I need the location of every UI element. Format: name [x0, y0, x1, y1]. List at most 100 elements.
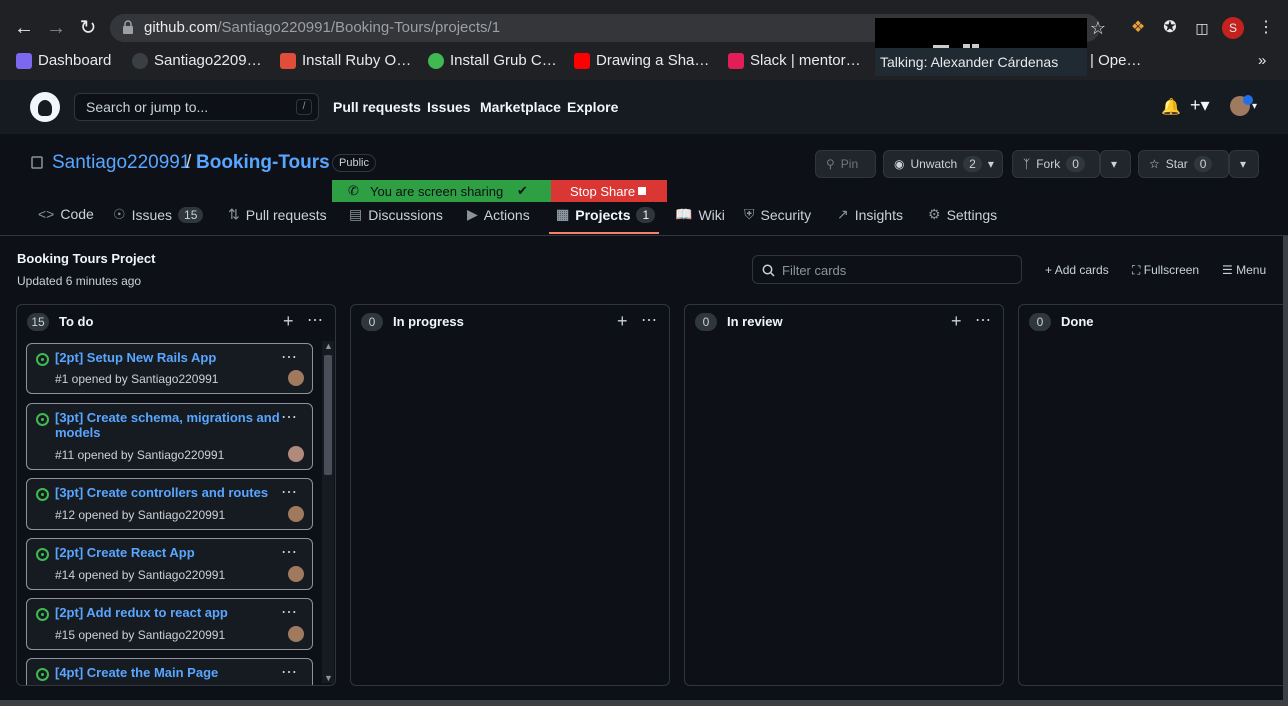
open-issue-icon [36, 413, 49, 426]
card-more-icon[interactable]: ⋯ [281, 407, 298, 427]
tab-settings[interactable]: ⚙ Settings [928, 206, 997, 223]
add-card-icon[interactable]: + [617, 311, 628, 332]
shield-icon: ⛨ [744, 206, 755, 222]
reload-icon[interactable]: ↻ [76, 16, 100, 40]
open-issue-icon [36, 668, 49, 681]
fullscreen-icon: ⛶ [1132, 263, 1144, 277]
chevron-down-icon[interactable]: ▾ [1252, 101, 1257, 112]
stop-share-button[interactable]: Stop Share [551, 180, 667, 202]
card-title[interactable]: [3pt] Create controllers and routes [55, 485, 280, 500]
tab-pull-requests[interactable]: ⇅ Pull requests [228, 206, 327, 223]
tab-issues[interactable]: ☉ Issues 15 [113, 206, 204, 223]
tab-security[interactable]: ⛨ Security [744, 206, 811, 223]
talking-indicator: Talking: Alexander Cárdenas [880, 54, 1059, 70]
bookmark-item[interactable]: Slack | mentor… [728, 52, 861, 69]
fork-button[interactable]: ᛉ Fork 0 [1012, 150, 1100, 178]
card-title[interactable]: [2pt] Setup New Rails App [55, 350, 280, 365]
column-more-icon[interactable]: ⋯ [307, 310, 324, 330]
tab-projects[interactable]: ▦ Projects 1 [556, 206, 656, 223]
filter-cards-input[interactable]: Filter cards [752, 255, 1022, 284]
profile-avatar[interactable]: S [1222, 17, 1244, 39]
back-arrow-icon[interactable]: ← [12, 16, 36, 40]
bookmark-item[interactable]: Install Grub C… [428, 52, 557, 69]
issue-card[interactable]: [3pt] Create controllers and routes #12 … [26, 478, 313, 530]
add-card-icon[interactable]: + [283, 311, 294, 332]
nav-explore[interactable]: Explore [567, 99, 618, 115]
plus-icon: + [1045, 263, 1055, 277]
unwatch-count: 2 [963, 156, 982, 172]
github-logo-icon[interactable] [30, 92, 60, 122]
card-more-icon[interactable]: ⋯ [281, 482, 298, 502]
issue-card[interactable]: [2pt] Setup New Rails App #1 opened by S… [26, 343, 313, 394]
forward-arrow-icon[interactable]: → [44, 16, 68, 40]
scroll-down-icon[interactable]: ▼ [324, 673, 333, 683]
visibility-badge: Public [332, 154, 376, 172]
url-bar-row: ← → ↻ github.com/Santiago220991/Booking-… [0, 8, 1288, 46]
fullscreen-button[interactable]: ⛶ Fullscreen [1132, 263, 1199, 278]
column-more-icon[interactable]: ⋯ [975, 310, 992, 330]
plus-dropdown-icon[interactable]: +▾ [1190, 95, 1210, 116]
side-panel-icon[interactable]: ◫ [1190, 16, 1214, 40]
gear-icon: ⚙ [928, 206, 941, 222]
issue-card[interactable]: [2pt] Create React App #14 opened by San… [26, 538, 313, 590]
bookmark-star-icon[interactable]: ☆ [1086, 16, 1110, 40]
bell-icon[interactable]: 🔔 [1161, 97, 1181, 117]
extensions-puzzle-icon[interactable]: ✪ [1158, 16, 1182, 40]
card-title[interactable]: [2pt] Create React App [55, 545, 280, 560]
bookmark-item[interactable]: | Ope… [1090, 52, 1141, 69]
card-title[interactable]: [2pt] Add redux to react app [55, 605, 280, 620]
card-more-icon[interactable]: ⋯ [281, 662, 298, 682]
issue-card[interactable]: [3pt] Create schema, migrations and mode… [26, 403, 313, 470]
bookmark-item[interactable]: Install Ruby O… [280, 52, 411, 69]
card-more-icon[interactable]: ⋯ [281, 542, 298, 562]
extension-icon[interactable]: ❖ [1126, 16, 1150, 40]
nav-marketplace[interactable]: Marketplace [480, 99, 561, 115]
repo-name-link[interactable]: Booking-Tours [196, 152, 330, 174]
column-in-review: 0 In review + ⋯ [684, 304, 1004, 686]
bookmark-item[interactable]: Drawing a Sha… [574, 52, 709, 69]
active-tab-indicator [549, 232, 659, 234]
card-title[interactable]: [3pt] Create schema, migrations and mode… [55, 410, 280, 440]
tab-wiki[interactable]: 📖 Wiki [675, 206, 725, 223]
bookmark-item[interactable]: Dashboard [16, 52, 111, 69]
screen-sharing-status: ✆ You are screen sharing ✔ [332, 180, 551, 202]
card-meta: #15 opened by Santiago220991 [55, 628, 226, 642]
horizontal-scrollbar[interactable] [0, 700, 1288, 706]
unwatch-button[interactable]: ◉ Unwatch 2 ▾ [883, 150, 1003, 178]
scrollbar-thumb[interactable] [324, 355, 332, 475]
tab-insights[interactable]: ↗ Insights [837, 206, 903, 223]
add-cards-button[interactable]: + Add cards [1045, 263, 1109, 277]
nav-issues[interactable]: Issues [427, 99, 471, 115]
card-title[interactable]: [4pt] Create the Main Page [55, 665, 280, 680]
card-meta: #14 opened by Santiago220991 [55, 568, 226, 582]
kebab-menu-icon[interactable]: ⋮ [1254, 16, 1278, 40]
add-card-icon[interactable]: + [951, 311, 962, 332]
tab-code[interactable]: <> Code [38, 206, 94, 222]
menu-button[interactable]: ☰ Menu [1222, 263, 1266, 277]
issue-card[interactable]: [4pt] Create the Main Page ⋯ [26, 658, 313, 685]
issue-card[interactable]: [2pt] Add redux to react app #15 opened … [26, 598, 313, 650]
pin-button[interactable]: ⚲ Pin [815, 150, 876, 178]
tab-actions[interactable]: ▶ Actions [467, 206, 530, 223]
search-icon [762, 264, 775, 277]
stop-share-label: Stop Share [570, 184, 636, 199]
bookmarks-bar: Dashboard Santiago2209… Install Ruby O… … [0, 46, 1288, 76]
fork-dropdown-button[interactable]: ▾ [1100, 150, 1131, 178]
bookmarks-overflow-icon[interactable]: » [1258, 52, 1266, 69]
address-text: github.com/Santiago220991/Booking-Tours/… [144, 19, 501, 36]
page-scrollbar[interactable] [1283, 236, 1288, 706]
card-more-icon[interactable]: ⋯ [281, 347, 298, 367]
nav-pull-requests[interactable]: Pull requests [333, 99, 421, 115]
repo-owner-link[interactable]: Santiago220991 [52, 152, 190, 174]
card-more-icon[interactable]: ⋯ [281, 602, 298, 622]
column-more-icon[interactable]: ⋯ [641, 310, 658, 330]
bookmark-item[interactable]: Santiago2209… [132, 52, 262, 69]
star-button[interactable]: ☆ Star 0 [1138, 150, 1229, 178]
star-dropdown-button[interactable]: ▾ [1229, 150, 1259, 178]
tab-discussions[interactable]: ▤ Discussions [349, 206, 443, 223]
scroll-up-icon[interactable]: ▲ [324, 341, 333, 351]
search-input[interactable]: Search or jump to... / [74, 93, 319, 121]
column-name: In progress [393, 314, 464, 329]
card-meta: #12 opened by Santiago220991 [55, 508, 226, 522]
column-scrollbar[interactable]: ▲ ▼ [322, 341, 334, 683]
